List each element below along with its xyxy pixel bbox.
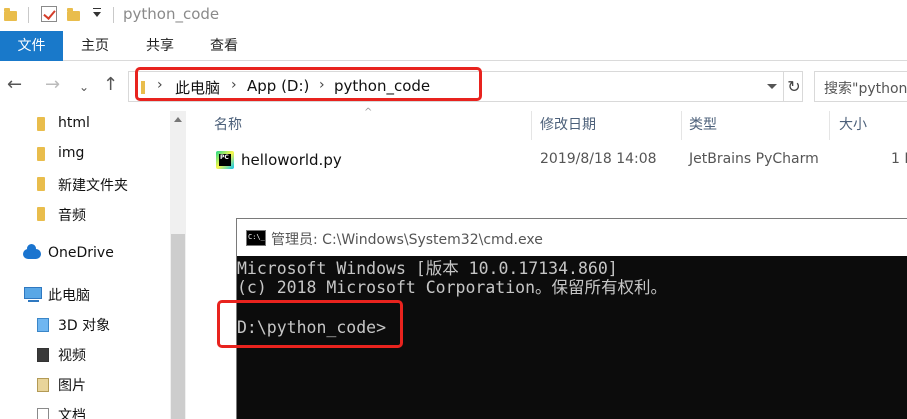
console-line: (c) 2018 Microsoft Corporation。保留所有权利。 bbox=[237, 278, 668, 297]
picture-icon bbox=[37, 378, 49, 392]
nav-item-this-pc[interactable]: 此电脑 bbox=[0, 281, 170, 309]
customize-toolbar-icon[interactable] bbox=[93, 8, 101, 17]
window-title: python_code bbox=[123, 5, 220, 23]
file-size: 1 K bbox=[891, 151, 907, 167]
refresh-icon[interactable]: ↻ bbox=[783, 72, 804, 101]
address-highlight-box bbox=[135, 67, 482, 101]
column-header-name[interactable]: 名称 bbox=[214, 111, 242, 140]
folder-icon bbox=[37, 117, 45, 131]
nav-item-label: 新建文件夹 bbox=[58, 178, 128, 194]
sort-up-icon: ^ bbox=[364, 107, 373, 118]
tab-home[interactable]: 主页 bbox=[69, 31, 121, 61]
back-arrow-icon[interactable]: ← bbox=[7, 75, 22, 95]
cmd-titlebar[interactable]: 管理员: C:\Windows\System32\cmd.exe bbox=[237, 219, 907, 256]
cube-icon bbox=[37, 318, 49, 332]
nav-item-videos[interactable]: 视频 bbox=[0, 341, 170, 369]
file-name: helloworld.py bbox=[241, 151, 342, 169]
video-icon bbox=[37, 348, 49, 362]
nav-item-label: 音频 bbox=[58, 208, 86, 224]
forward-arrow-icon[interactable]: → bbox=[45, 75, 60, 95]
nav-item-3d-objects[interactable]: 3D 对象 bbox=[0, 311, 170, 339]
computer-icon bbox=[24, 287, 42, 302]
file-modified: 2019/8/18 14:08 bbox=[540, 151, 657, 167]
file-type: JetBrains PyCharm bbox=[689, 151, 819, 167]
explorer-window: python_code 文件 主页 共享 查看 ← → ⌄ ↑ › 此电脑 › … bbox=[0, 0, 907, 419]
folder-icon bbox=[37, 177, 45, 191]
toolbar-divider bbox=[28, 7, 29, 23]
tab-share[interactable]: 共享 bbox=[134, 31, 186, 61]
document-icon bbox=[37, 408, 49, 419]
nav-item-label: 3D 对象 bbox=[58, 318, 111, 334]
folder-icon bbox=[4, 8, 17, 21]
nav-item-label: 文档 bbox=[58, 408, 86, 419]
nav-item-label: img bbox=[58, 145, 85, 161]
column-divider[interactable] bbox=[681, 111, 682, 140]
up-arrow-icon[interactable]: ↑ bbox=[103, 75, 118, 95]
nav-pane-scrollbar[interactable] bbox=[170, 111, 186, 419]
column-header-modified[interactable]: 修改日期 bbox=[540, 111, 596, 140]
nav-item-label: OneDrive bbox=[48, 245, 114, 261]
nav-item-new-folder[interactable]: 新建文件夹 bbox=[0, 171, 170, 199]
nav-item-html[interactable]: html bbox=[0, 111, 170, 139]
console-icon bbox=[246, 230, 266, 246]
nav-item-label: 视频 bbox=[58, 348, 86, 364]
nav-item-img[interactable]: img bbox=[0, 141, 170, 169]
column-header-type[interactable]: 类型 bbox=[689, 111, 717, 140]
pycharm-file-icon bbox=[216, 151, 234, 169]
nav-item-label: 图片 bbox=[58, 378, 86, 394]
properties-check-icon[interactable] bbox=[41, 6, 57, 22]
prompt-highlight-box bbox=[217, 300, 403, 348]
cloud-icon bbox=[23, 244, 41, 259]
tab-view[interactable]: 查看 bbox=[198, 31, 250, 61]
new-folder-icon[interactable] bbox=[67, 8, 80, 21]
nav-item-pictures[interactable]: 图片 bbox=[0, 371, 170, 399]
column-header-size[interactable]: 大小 bbox=[839, 111, 867, 140]
navigation-pane: html img 新建文件夹 音频 OneDrive 此电脑 3D 对象 视频 bbox=[0, 111, 170, 419]
nav-item-label: html bbox=[58, 115, 90, 131]
folder-icon bbox=[37, 207, 45, 221]
console-line: Microsoft Windows [版本 10.0.17134.860] bbox=[237, 259, 618, 278]
column-divider[interactable] bbox=[531, 111, 532, 140]
nav-item-audio[interactable]: 音频 bbox=[0, 201, 170, 229]
ribbon-tabs: 文件 主页 共享 查看 bbox=[0, 31, 907, 61]
column-divider[interactable] bbox=[829, 111, 830, 140]
search-box[interactable]: 搜索"python bbox=[814, 71, 907, 102]
nav-item-onedrive[interactable]: OneDrive bbox=[0, 241, 170, 269]
address-dropdown-icon[interactable] bbox=[767, 84, 777, 89]
folder-icon bbox=[37, 147, 45, 161]
file-row[interactable]: helloworld.py 2019/8/18 14:08 JetBrains … bbox=[186, 147, 907, 175]
search-placeholder: 搜索"python bbox=[824, 81, 907, 97]
tab-file[interactable]: 文件 bbox=[0, 31, 63, 61]
scroll-up-icon[interactable] bbox=[174, 117, 182, 122]
nav-item-documents[interactable]: 文档 bbox=[0, 401, 170, 419]
toolbar-divider bbox=[113, 7, 114, 23]
scrollbar-thumb[interactable] bbox=[171, 234, 185, 419]
recent-locations-chevron-icon[interactable]: ⌄ bbox=[79, 77, 89, 97]
cmd-title: 管理员: C:\Windows\System32\cmd.exe bbox=[271, 232, 543, 248]
nav-item-label: 此电脑 bbox=[48, 288, 90, 304]
quick-access-toolbar: python_code bbox=[0, 0, 907, 30]
